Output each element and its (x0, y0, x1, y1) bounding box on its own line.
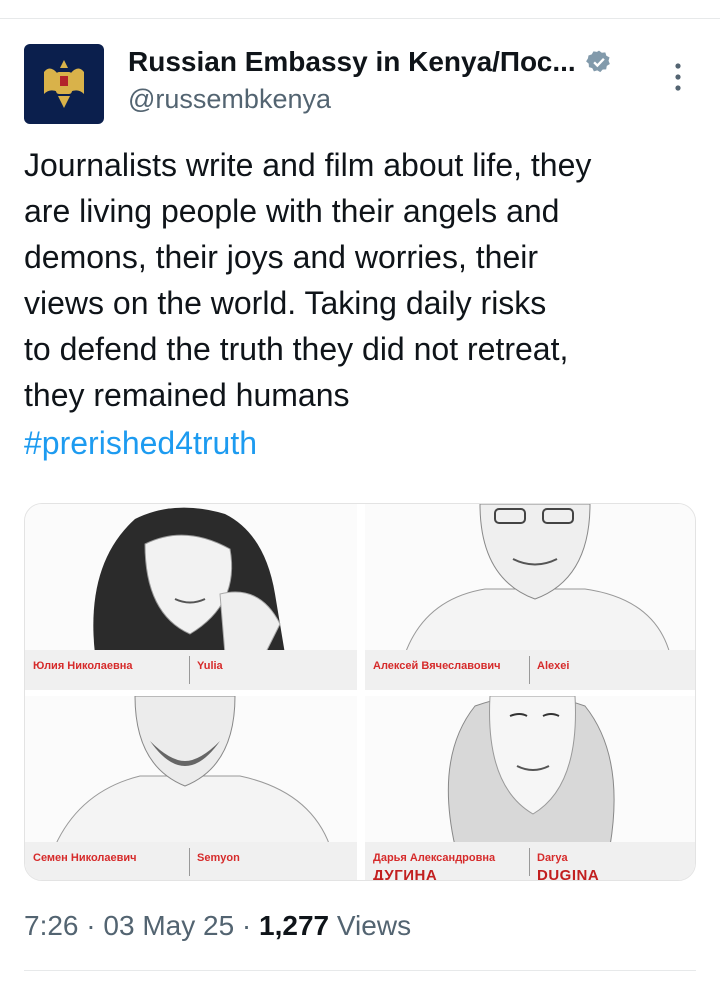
portrait-woman-blonde-illustration (447, 696, 615, 846)
avatar[interactable] (24, 44, 104, 124)
tweet-meta: 7:26 · 03 May 25 · 1,277 Views (24, 910, 411, 942)
caption-bar: Юлия Николаевна Yulia (25, 650, 357, 690)
hashtag-link[interactable]: #prerished4truth (24, 420, 257, 466)
author-name[interactable]: Russian Embassy in Kenya/Пос... (128, 46, 576, 78)
meta-separator: · (86, 910, 104, 941)
caption-divider (529, 848, 530, 876)
caption-ru-surname: ДУГИНА (373, 867, 438, 881)
tweet-time[interactable]: 7:26 (24, 910, 79, 941)
caption-divider (529, 656, 530, 684)
caption-bar: Алексей Вячеславович Alexei (365, 650, 695, 690)
caption-ru-name: Юлия Николаевна (33, 660, 133, 672)
caption-en-name: Alexei (537, 660, 570, 672)
media-image-2[interactable]: Алексей Вячеславович Alexei (365, 504, 695, 690)
media-image-4[interactable]: Дарья Александровна Darya ДУГИНА DUGINA (365, 696, 695, 881)
top-divider (0, 18, 720, 19)
caption-divider (189, 656, 190, 684)
verified-badge-icon (585, 50, 610, 73)
tweet-text: Journalists write and film about life, t… (24, 147, 592, 413)
caption-en-name: Darya (537, 852, 568, 864)
caption-ru-name: Дарья Александровна (373, 852, 496, 864)
caption-ru-name: Семен Николаевич (33, 852, 137, 864)
media-image-3[interactable]: Семен Николаевич Semyon (25, 696, 357, 880)
bottom-divider (24, 970, 696, 971)
coat-of-arms-icon (44, 60, 84, 108)
media-image-1[interactable]: Юлия Николаевна Yulia (25, 504, 357, 690)
tweet-date[interactable]: 03 May 25 (103, 910, 234, 941)
portrait-man-beard-illustration (54, 696, 331, 846)
views-count: 1,277 (259, 910, 330, 941)
meta-separator: · (241, 910, 260, 941)
caption-bar: Дарья Александровна Darya ДУГИНА DUGINA (365, 842, 695, 881)
views-label: Views (336, 910, 412, 941)
portrait-man-glasses-illustration (404, 504, 671, 654)
portrait-woman-illustration (93, 507, 285, 654)
caption-en-surname: DUGINA (537, 867, 600, 881)
media-grid[interactable]: Юлия Николаевна Yulia Алексей Вячеславов… (24, 503, 696, 881)
caption-bar: Семен Николаевич Semyon (25, 842, 357, 880)
caption-en-name: Yulia (197, 660, 223, 672)
caption-ru-name: Алексей Вячеславович (373, 660, 501, 672)
caption-divider (189, 848, 190, 876)
author-handle[interactable]: @russembkenya (128, 84, 331, 115)
more-vertical-icon[interactable] (668, 60, 688, 94)
caption-en-name: Semyon (197, 852, 240, 864)
